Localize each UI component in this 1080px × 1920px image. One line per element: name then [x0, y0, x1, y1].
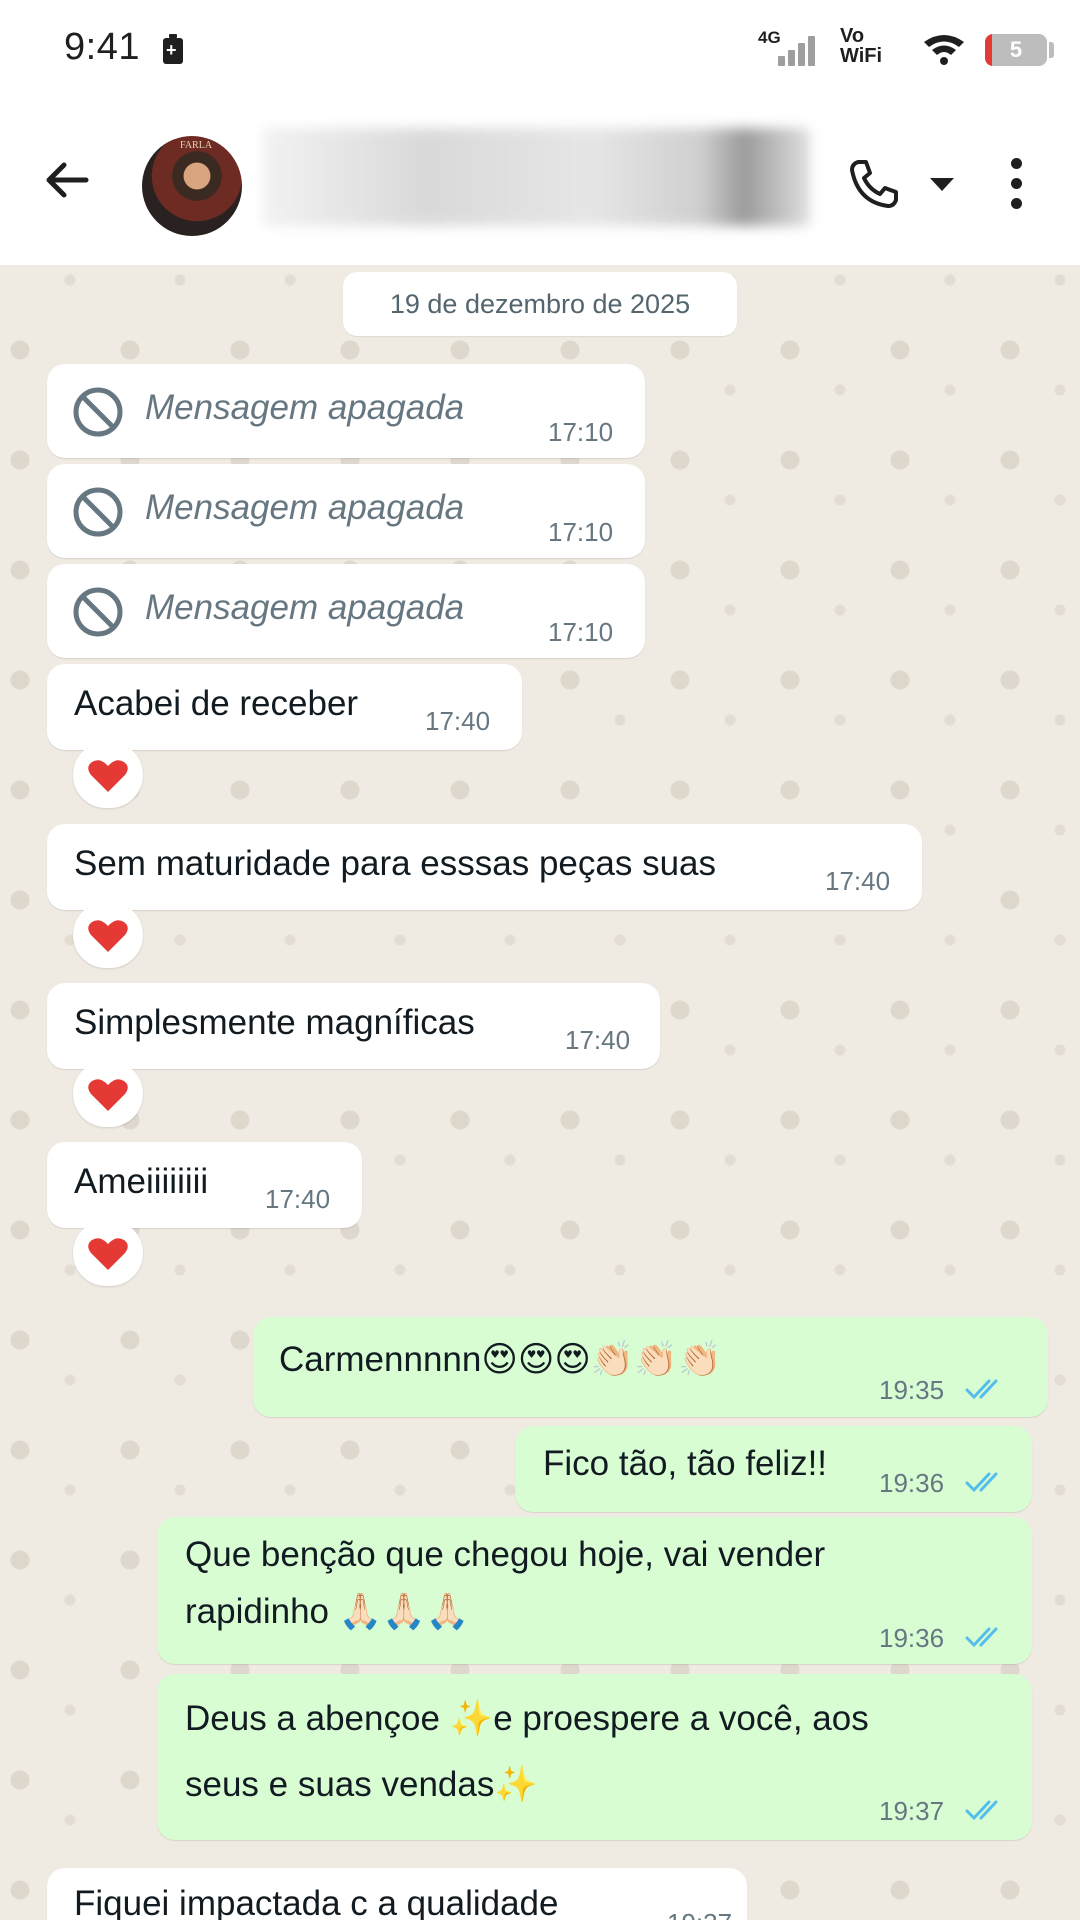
message-time: 17:40	[425, 706, 491, 736]
vowifi-line2: WiFi	[840, 45, 883, 67]
heart-icon	[88, 1079, 128, 1111]
call-icon[interactable]	[846, 156, 902, 212]
reaction-heart[interactable]	[73, 742, 143, 808]
reaction-heart[interactable]	[73, 1220, 143, 1286]
message-text: Mensagem apagada	[145, 388, 465, 427]
contact-name-blurred[interactable]	[262, 128, 810, 226]
message-time: 17:40	[565, 1025, 631, 1055]
message-bubble-outgoing[interactable]: Deus a abençoe ✨e proespere a você, aos …	[157, 1674, 1032, 1840]
message-text: Sem maturidade para esssas peças suas	[74, 844, 716, 883]
status-icons: 4G Vo WiFi 5	[620, 0, 1080, 100]
message-bubble[interactable]: Fiquei impactada c a qualidade 19:37	[47, 1868, 747, 1920]
message-time: 17:10	[548, 617, 614, 647]
message-bubble[interactable]: Sem maturidade para esssas peças suas 17…	[47, 824, 922, 910]
double-check-icon	[965, 1800, 998, 1821]
message-time: 17:10	[548, 517, 614, 547]
message-bubble[interactable]: Acabei de receber 17:40	[47, 664, 522, 750]
message-bubble-deleted[interactable]: Mensagem apagada 17:10	[47, 564, 645, 658]
battery-icon: 5	[985, 34, 1047, 66]
message-text: Simplesmente magníficas	[74, 1003, 475, 1042]
message-time: 19:35	[879, 1375, 945, 1405]
chevron-down-icon[interactable]	[930, 178, 954, 191]
message-time: 17:10	[548, 417, 614, 447]
double-check-icon	[965, 1379, 998, 1400]
message-time: 19:37	[667, 1908, 732, 1920]
message-bubble-outgoing[interactable]: Carmennnnn😍😍😍👏🏻👏🏻👏🏻 19:35	[253, 1317, 1048, 1417]
message-text: Fiquei impactada c a qualidade	[74, 1884, 559, 1920]
message-time: 17:40	[265, 1184, 331, 1214]
message-time: 19:37	[879, 1796, 945, 1826]
contact-avatar[interactable]: FARLA	[142, 136, 242, 236]
status-time: 9:41	[64, 26, 140, 68]
message-time: 17:40	[825, 866, 891, 896]
message-bubble-outgoing[interactable]: Fico tão, tão feliz!! 19:36	[515, 1426, 1032, 1512]
reaction-heart[interactable]	[73, 902, 143, 968]
message-time: 19:36	[879, 1623, 945, 1653]
battery-level: 5	[1009, 37, 1023, 62]
message-bubble-outgoing[interactable]: Que benção que chegou hoje, vai vender r…	[157, 1517, 1032, 1664]
message-text: Mensagem apagada	[145, 588, 465, 627]
heart-icon	[88, 1238, 128, 1270]
heart-icon	[88, 760, 128, 792]
message-bubble[interactable]: Simplesmente magníficas 17:40	[47, 983, 660, 1069]
avatar-caption: FARLA	[180, 140, 213, 151]
deleted-ban-icon	[73, 587, 123, 637]
message-text: Mensagem apagada	[145, 488, 465, 527]
more-vert-icon[interactable]	[1002, 156, 1032, 212]
message-text-line2: seus e suas vendas✨	[185, 1765, 538, 1804]
message-text: Ameiiiiiiii	[74, 1162, 209, 1201]
date-chip: 19 de dezembro de 2025	[343, 272, 737, 336]
vowifi-line1: Vo	[840, 25, 865, 47]
message-text-line1: Que benção que chegou hoje, vai vender	[185, 1535, 826, 1574]
message-bubble-deleted[interactable]: Mensagem apagada 17:10	[47, 464, 645, 558]
wifi-icon	[924, 35, 964, 65]
message-time: 19:36	[879, 1468, 945, 1498]
heart-icon	[88, 920, 128, 952]
back-arrow-icon[interactable]	[38, 150, 98, 210]
message-text-line2: rapidinho 🙏🏻🙏🏻🙏🏻	[185, 1592, 470, 1631]
message-bubble-deleted[interactable]: Mensagem apagada 17:10	[47, 364, 645, 458]
signal-icon	[770, 34, 820, 66]
double-check-icon	[965, 1627, 998, 1648]
vowifi-indicator: Vo WiFi	[840, 26, 882, 66]
message-text: Fico tão, tão feliz!!	[543, 1444, 828, 1483]
reaction-heart[interactable]	[73, 1061, 143, 1127]
message-bubble[interactable]: Ameiiiiiiii 17:40	[47, 1142, 362, 1228]
chat-header: FARLA	[0, 100, 1080, 265]
deleted-ban-icon	[73, 387, 123, 437]
message-text: Carmennnnn😍😍😍👏🏻👏🏻👏🏻	[279, 1340, 722, 1379]
message-text: Acabei de receber	[74, 684, 359, 723]
message-text-line1: Deus a abençoe ✨e proespere a você, aos	[185, 1699, 869, 1738]
battery-tip	[1049, 42, 1054, 58]
status-bar: 9:41 4G Vo WiFi 5	[0, 0, 1080, 100]
double-check-icon	[965, 1472, 998, 1493]
battery-saver-icon	[163, 34, 183, 64]
deleted-ban-icon	[73, 487, 123, 537]
